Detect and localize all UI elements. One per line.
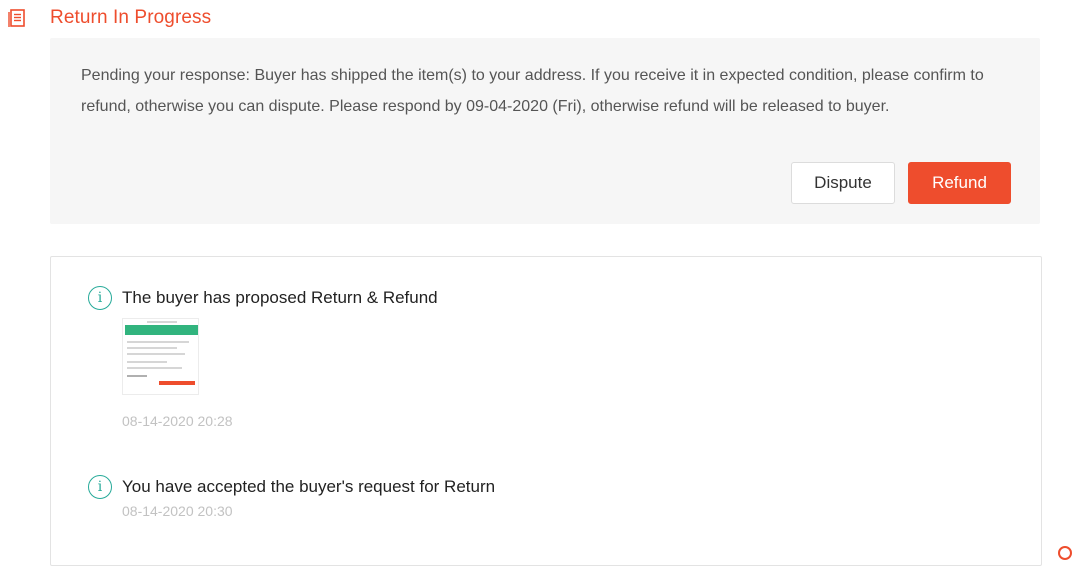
history-event: i You have accepted the buyer's request … bbox=[88, 475, 495, 519]
refund-button[interactable]: Refund bbox=[908, 162, 1011, 204]
section-header: Return In Progress bbox=[8, 4, 211, 32]
document-list-icon bbox=[8, 8, 28, 28]
notice-text: Pending your response: Buyer has shipped… bbox=[81, 67, 984, 115]
event-title: You have accepted the buyer's request fo… bbox=[122, 477, 496, 496]
event-time: 08-14-2020 20:28 bbox=[122, 413, 233, 429]
info-icon: i bbox=[88, 475, 112, 499]
history-event: i The buyer has proposed Return & Refund… bbox=[88, 286, 438, 429]
dispute-button[interactable]: Dispute bbox=[791, 162, 895, 204]
chat-bubble-icon[interactable] bbox=[1058, 546, 1072, 560]
event-time: 08-14-2020 20:30 bbox=[122, 503, 233, 519]
attachment-thumbnail[interactable] bbox=[122, 318, 199, 395]
pending-response-notice: Pending your response: Buyer has shipped… bbox=[50, 38, 1040, 224]
info-icon: i bbox=[88, 286, 112, 310]
return-history: i The buyer has proposed Return & Refund… bbox=[50, 256, 1042, 566]
event-title: The buyer has proposed Return & Refund bbox=[122, 288, 438, 307]
page-title: Return In Progress bbox=[50, 7, 212, 28]
event-header: i You have accepted the buyer's request … bbox=[88, 475, 495, 499]
event-header: i The buyer has proposed Return & Refund bbox=[88, 286, 438, 310]
